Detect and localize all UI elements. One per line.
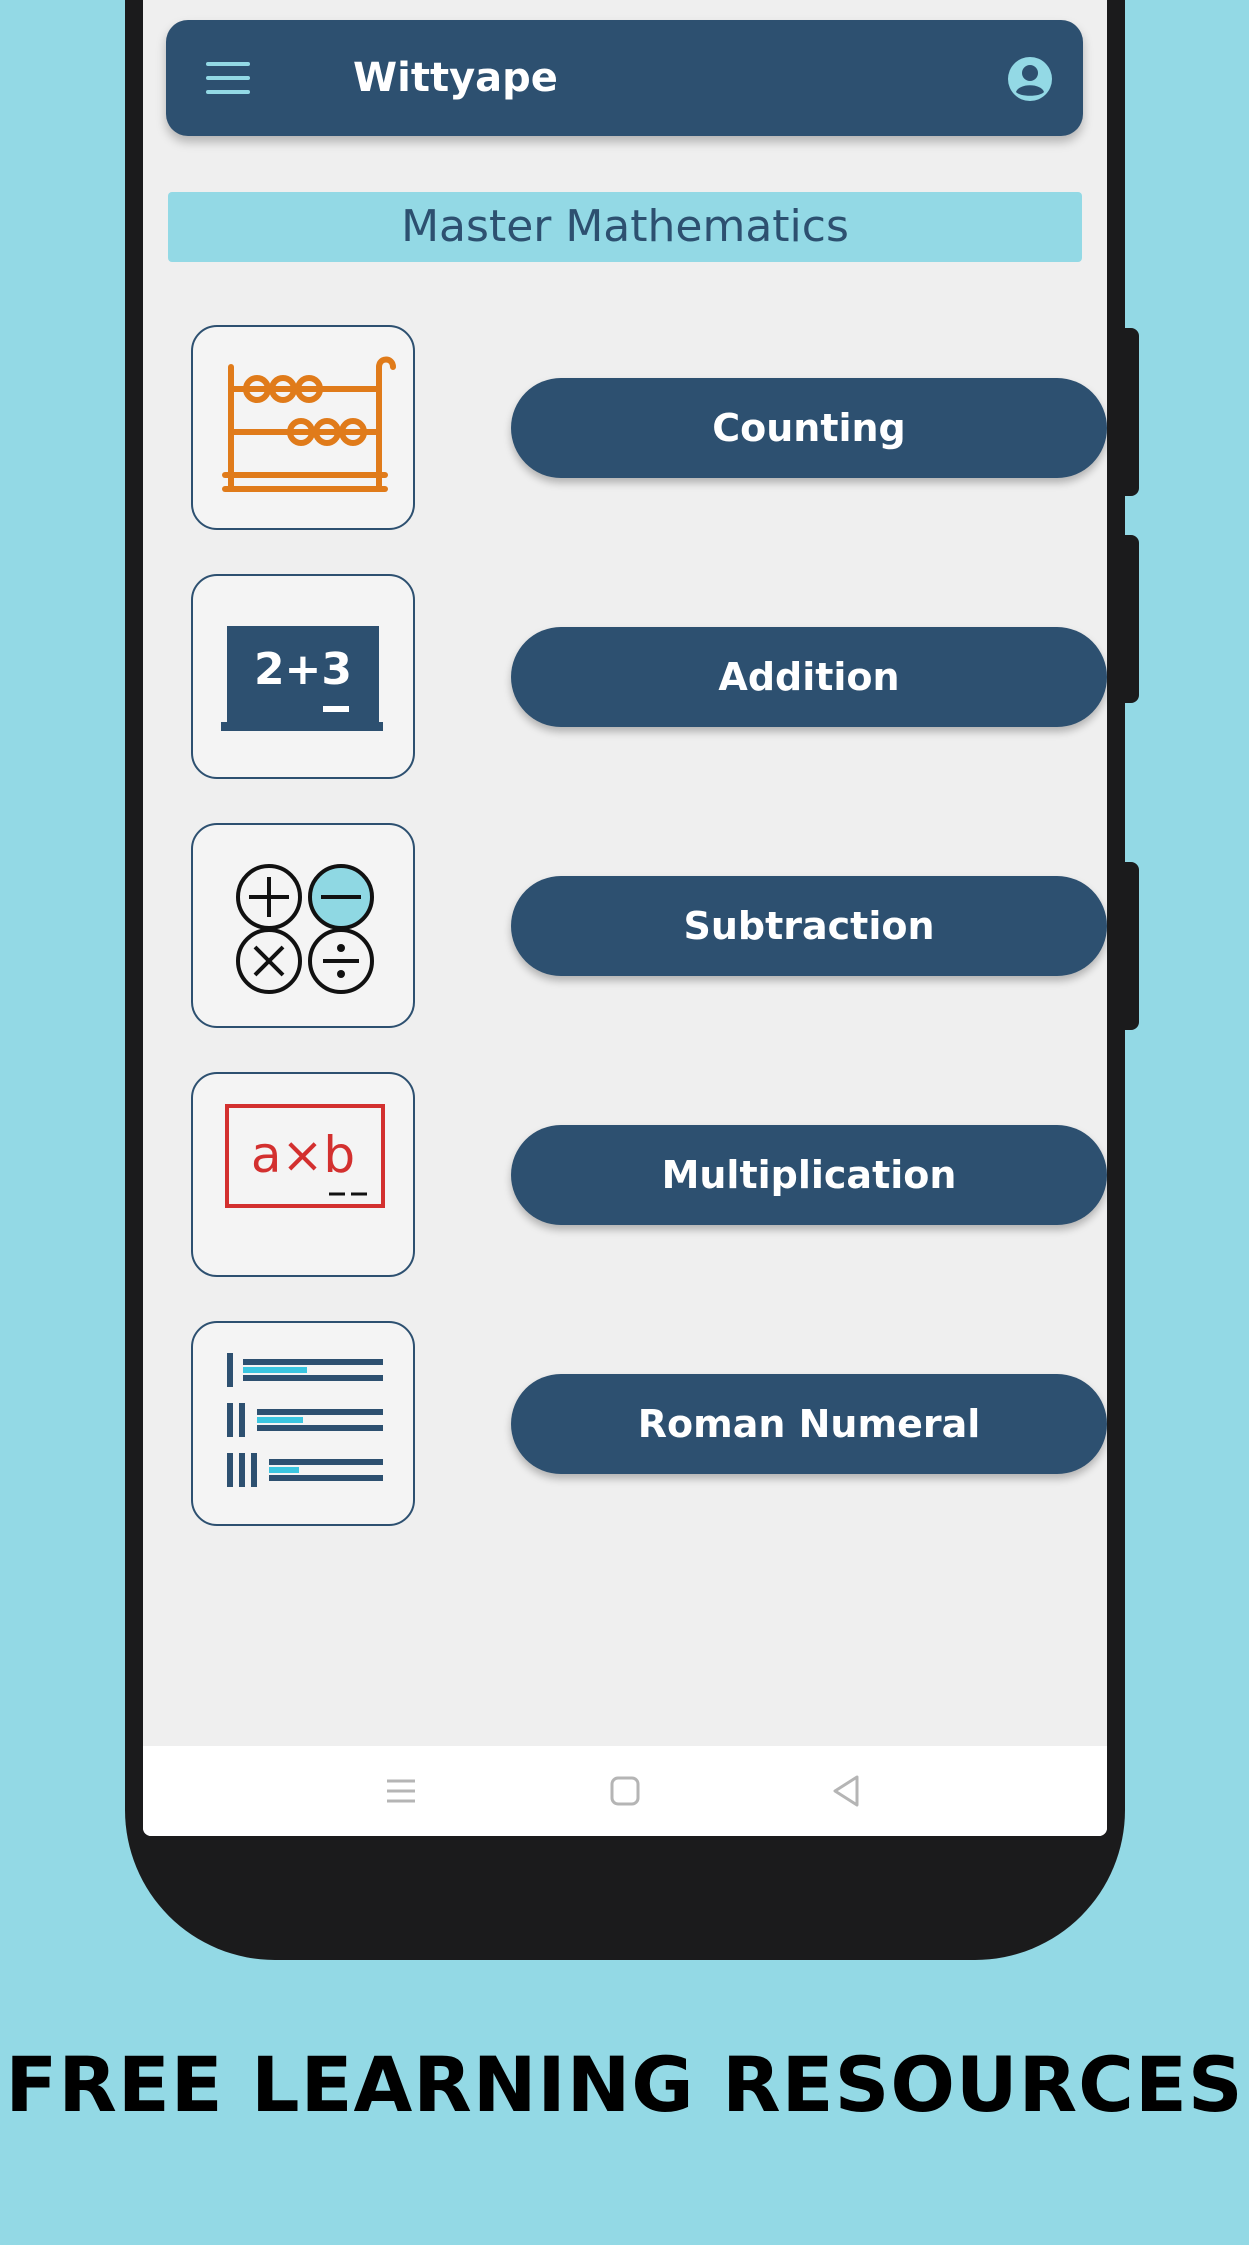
board-text: a×b <box>251 1126 355 1184</box>
promo-caption: FREE LEARNING RESOURCES <box>5 2040 1244 2129</box>
home-icon[interactable] <box>605 1771 645 1811</box>
phone-side-button <box>1123 328 1139 496</box>
counting-button[interactable]: Counting <box>511 378 1107 478</box>
topic-row-roman-numeral: Roman Numeral <box>191 1321 1107 1531</box>
account-circle-icon[interactable] <box>1007 56 1053 102</box>
chalkboard-text: 2+3 <box>254 644 352 695</box>
axb-board-icon: a×b <box>191 1072 415 1277</box>
roman-numeral-button[interactable]: Roman Numeral <box>511 1374 1107 1474</box>
addition-button[interactable]: Addition <box>511 627 1107 727</box>
chalkboard-icon: 2+3 <box>191 574 415 779</box>
subtraction-button[interactable]: Subtraction <box>511 876 1107 976</box>
back-icon[interactable] <box>827 1771 867 1811</box>
topic-row-subtraction: Subtraction <box>191 823 1107 1033</box>
app-title: Wittyape <box>353 55 558 101</box>
system-nav-bar <box>143 1746 1107 1836</box>
hamburger-menu-icon[interactable] <box>206 58 250 98</box>
phone-side-button <box>1123 535 1139 703</box>
recents-icon[interactable] <box>381 1771 421 1811</box>
topic-row-counting: Counting <box>191 325 1107 535</box>
multiplication-button[interactable]: Multiplication <box>511 1125 1107 1225</box>
app-bar: Wittyape <box>166 20 1083 136</box>
topic-row-addition: 2+3 Addition <box>191 574 1107 784</box>
topic-row-multiplication: a×b Multiplication <box>191 1072 1107 1282</box>
phone-side-button <box>1123 862 1139 1030</box>
phone-screen: Wittyape Master Mathematics Counting 2+3… <box>143 0 1107 1836</box>
section-title-banner: Master Mathematics <box>168 192 1082 262</box>
abacus-icon <box>191 325 415 530</box>
roman-numeral-list-icon <box>191 1321 415 1526</box>
math-operators-icon <box>191 823 415 1028</box>
